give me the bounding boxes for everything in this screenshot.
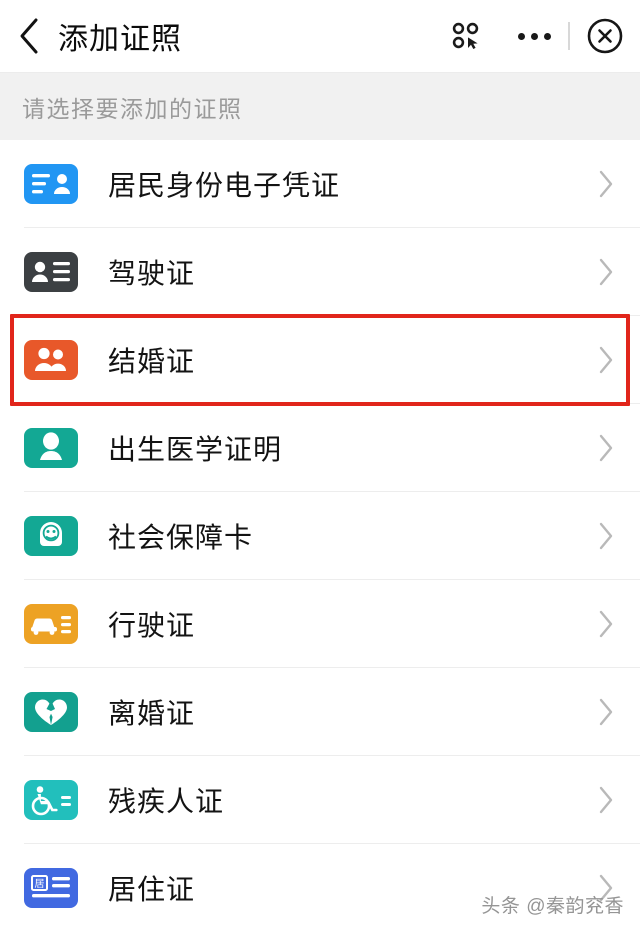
vehicle-license-icon (24, 604, 78, 644)
list-item[interactable]: 社会保障卡 (0, 492, 640, 580)
list-item-label: 居住证 (108, 874, 196, 905)
chevron-right-icon (596, 167, 616, 201)
close-circle-icon[interactable] (584, 15, 626, 57)
chevron-right-icon (596, 607, 616, 641)
baby-icon (24, 428, 78, 468)
section-header: 请选择要添加的证照 (0, 72, 640, 140)
more-dot (530, 32, 538, 40)
capsule-divider (568, 22, 570, 50)
wechat-capsule (512, 14, 626, 58)
chevron-right-icon (596, 695, 616, 729)
social-security-icon (24, 516, 78, 556)
back-button[interactable] (18, 14, 52, 58)
chevron-left-icon (18, 17, 40, 55)
list-item[interactable]: 驾驶证 (0, 228, 640, 316)
list-item-label: 社会保障卡 (108, 522, 254, 553)
navbar-actions (446, 14, 626, 58)
residence-permit-icon: 居 (24, 868, 78, 908)
navigation-bar: 添加证照 (0, 0, 640, 72)
chevron-right-icon (596, 343, 616, 377)
list-item-label: 出生医学证明 (108, 434, 283, 465)
list-item-label: 行驶证 (108, 610, 196, 641)
couple-icon (24, 340, 78, 380)
chevron-right-icon (596, 431, 616, 465)
list-item-label: 结婚证 (108, 346, 196, 377)
id-card-icon (24, 164, 78, 204)
list-item[interactable]: 离婚证 (0, 668, 640, 756)
more-dot (517, 32, 525, 40)
list-item-label: 残疾人证 (108, 786, 225, 817)
more-dot (543, 32, 551, 40)
list-item-label: 离婚证 (108, 698, 196, 729)
wheelchair-icon (24, 780, 78, 820)
driver-license-icon (24, 252, 78, 292)
section-header-label: 请选择要添加的证照 (22, 95, 243, 122)
list-item[interactable]: 出生医学证明 (0, 404, 640, 492)
list-item[interactable]: 行驶证 (0, 580, 640, 668)
chevron-right-icon (596, 519, 616, 553)
svg-text:居: 居 (35, 878, 45, 890)
watermark: 头条 @秦韵兖香 (481, 896, 624, 917)
certificate-list: 居民身份电子凭证 驾驶证结婚证出生医学证明 社会保障卡行驶证离婚证残疾人证居 居住证 (0, 140, 640, 928)
more-dots-icon[interactable] (512, 16, 556, 56)
list-item[interactable]: 居民身份电子凭证 (0, 140, 640, 228)
broken-heart-icon (24, 692, 78, 732)
chevron-right-icon (596, 783, 616, 817)
miniprogram-icon[interactable] (446, 16, 486, 56)
list-item[interactable]: 结婚证 (0, 316, 640, 404)
app-root: 添加证照 请选择要添加的证照 居民身份电子凭证 驾驶证 结婚证 出生医学证明 社… (0, 0, 640, 928)
list-item-label: 居民身份电子凭证 (108, 170, 341, 201)
list-item-label: 驾驶证 (108, 258, 196, 289)
page-title: 添加证照 (58, 23, 182, 56)
list-item[interactable]: 残疾人证 (0, 756, 640, 844)
chevron-right-icon (596, 255, 616, 289)
